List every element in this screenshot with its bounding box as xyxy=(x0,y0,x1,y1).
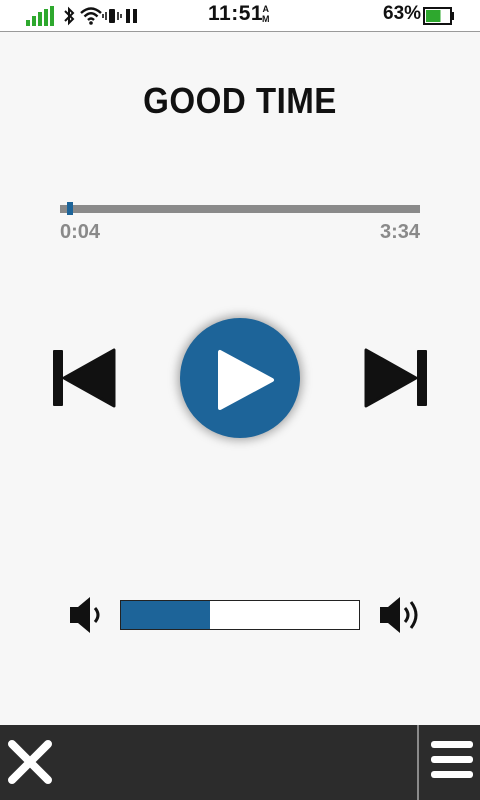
am-pm-indicator: A M xyxy=(262,4,270,24)
battery-percent: 63% xyxy=(383,3,422,24)
bluetooth-icon xyxy=(64,6,75,26)
menu-icon xyxy=(431,741,473,778)
progress-handle[interactable] xyxy=(66,202,73,215)
volume-up-icon[interactable] xyxy=(378,594,422,636)
close-button[interactable] xyxy=(0,725,60,800)
volume-level-fill xyxy=(121,601,211,629)
status-time: 11:51 xyxy=(208,2,264,25)
close-icon xyxy=(8,740,52,784)
play-button[interactable] xyxy=(180,318,300,438)
bottom-bar xyxy=(0,725,480,800)
track-title: GOOD TIME xyxy=(143,80,337,121)
volume-down-icon[interactable] xyxy=(68,594,104,636)
signal-icon xyxy=(26,6,54,26)
menu-button[interactable] xyxy=(419,725,480,800)
battery-icon xyxy=(423,7,454,25)
next-track-button[interactable] xyxy=(362,348,430,408)
vibrate-icon xyxy=(102,9,122,23)
skip-next-icon xyxy=(364,348,427,408)
progress-bar[interactable] xyxy=(60,205,420,213)
total-time: 3:34 xyxy=(379,221,420,243)
pause-icon xyxy=(126,9,137,23)
volume-slider[interactable] xyxy=(120,600,360,630)
status-bar: 11:51 A M 63% xyxy=(0,0,480,32)
play-icon xyxy=(218,350,274,410)
elapsed-time: 0:04 xyxy=(60,221,101,243)
previous-track-button[interactable] xyxy=(50,348,118,408)
wifi-icon xyxy=(80,7,102,25)
skip-previous-icon xyxy=(53,348,116,408)
